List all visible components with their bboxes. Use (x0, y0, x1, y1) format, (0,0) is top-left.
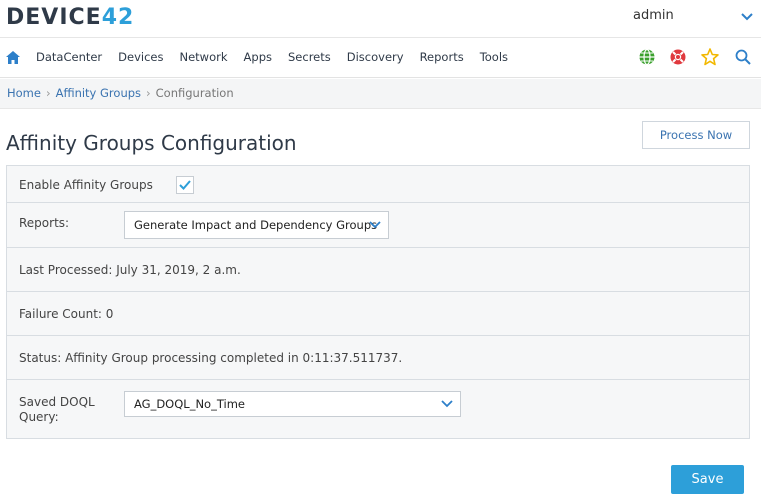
main-nav: DataCenter Devices Network Apps Secrets … (0, 38, 761, 78)
globe-icon[interactable] (638, 48, 656, 66)
failure-count-text: Failure Count: 0 (19, 307, 114, 321)
reports-label: Reports: (19, 216, 70, 230)
help-lifebuoy-icon[interactable] (669, 48, 687, 66)
saved-doql-row: Saved DOQL Query: AG_DOQL_No_Time (7, 380, 749, 438)
nav-item-devices[interactable]: Devices (118, 50, 163, 64)
search-icon[interactable] (734, 48, 752, 66)
enable-label: Enable Affinity Groups (19, 178, 153, 192)
saved-doql-label-line2: Query: (19, 410, 59, 424)
breadcrumb-current: Configuration (155, 86, 234, 100)
breadcrumb: Home › Affinity Groups › Configuration (7, 86, 234, 100)
nav-item-reports[interactable]: Reports (420, 50, 464, 64)
page-title: Affinity Groups Configuration (6, 131, 297, 155)
failure-count-row: Failure Count: 0 (7, 292, 749, 336)
star-icon[interactable] (701, 48, 719, 66)
process-now-button[interactable]: Process Now (642, 121, 750, 149)
last-processed-row: Last Processed: July 31, 2019, 2 a.m. (7, 248, 749, 292)
breadcrumb-affinity-groups[interactable]: Affinity Groups (56, 86, 141, 100)
enable-affinity-groups-checkbox[interactable] (176, 176, 194, 194)
checkmark-icon (179, 180, 191, 190)
nav-item-network[interactable]: Network (180, 50, 228, 64)
reports-row: Reports: Generate Impact and Dependency … (7, 203, 749, 248)
chevron-down-icon (369, 221, 381, 229)
status-text: Status: Affinity Group processing comple… (19, 351, 403, 365)
breadcrumb-home[interactable]: Home (7, 86, 41, 100)
breadcrumb-separator: › (146, 86, 151, 100)
reports-select[interactable]: Generate Impact and Dependency Groups (124, 211, 389, 239)
device42-logo[interactable]: DEVIC E 42 (6, 4, 135, 30)
nav-item-apps[interactable]: Apps (244, 50, 272, 64)
breadcrumb-separator: › (45, 86, 51, 100)
logo-text: DEVIC (6, 4, 86, 30)
nav-item-datacenter[interactable]: DataCenter (36, 50, 102, 64)
breadcrumb-bar: Home › Affinity Groups › Configuration (0, 79, 761, 109)
nav-item-secrets[interactable]: Secrets (288, 50, 331, 64)
chevron-down-icon (441, 400, 453, 408)
home-icon[interactable] (6, 51, 20, 64)
user-menu-name[interactable]: admin (633, 8, 674, 23)
logo-text: E (85, 4, 102, 30)
nav-item-tools[interactable]: Tools (480, 50, 508, 64)
enable-row: Enable Affinity Groups (7, 166, 749, 203)
top-bar: DEVIC E 42 admin (0, 0, 761, 38)
status-row: Status: Affinity Group processing comple… (7, 336, 749, 380)
save-button[interactable]: Save (671, 465, 744, 494)
logo-number: 42 (101, 4, 135, 30)
saved-doql-query-select[interactable]: AG_DOQL_No_Time (124, 391, 461, 417)
chevron-down-icon[interactable] (740, 10, 754, 24)
nav-item-discovery[interactable]: Discovery (347, 50, 404, 64)
config-form-panel: Enable Affinity Groups Reports: Generate… (6, 165, 750, 439)
reports-select-value: Generate Impact and Dependency Groups (134, 218, 378, 232)
last-processed-text: Last Processed: July 31, 2019, 2 a.m. (19, 263, 241, 277)
saved-doql-select-value: AG_DOQL_No_Time (134, 397, 245, 411)
saved-doql-label-line1: Saved DOQL (19, 395, 95, 409)
